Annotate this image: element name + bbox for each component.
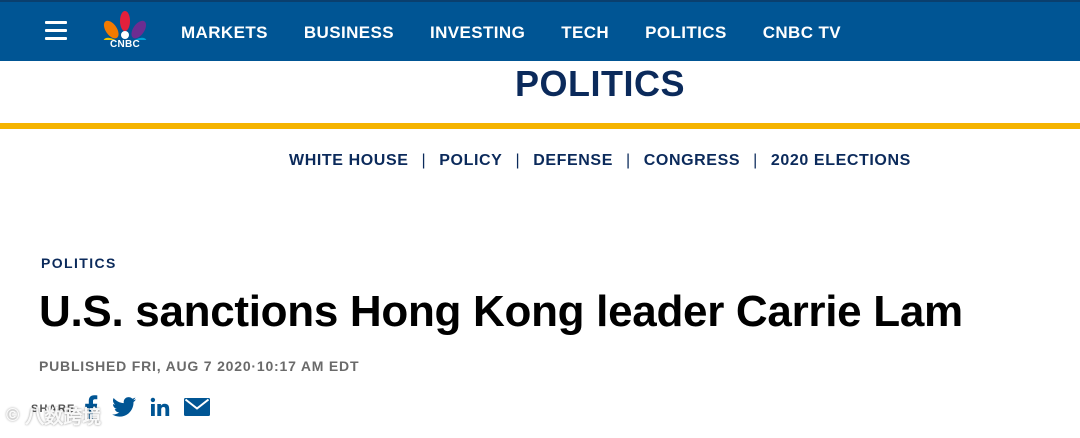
subnav-separator: | xyxy=(753,152,758,169)
section-divider xyxy=(0,123,1080,129)
subnav-separator: | xyxy=(625,152,631,169)
nav-business[interactable]: BUSINESS xyxy=(286,23,412,43)
nav-cnbc-tv[interactable]: CNBC TV xyxy=(745,23,859,43)
share-bar: SHARE xyxy=(31,394,224,424)
subnav-2020-elections[interactable]: 2020 ELECTIONS xyxy=(771,152,911,170)
subnav-separator: | xyxy=(421,152,427,169)
twitter-icon[interactable] xyxy=(111,396,136,422)
linkedin-icon[interactable] xyxy=(150,397,170,422)
subnav-congress[interactable]: CONGRESS xyxy=(644,152,740,170)
nav-investing[interactable]: INVESTING xyxy=(412,23,543,43)
top-navigation-bar: CNBC MARKETS BUSINESS INVESTING TECH POL… xyxy=(0,0,1080,61)
subnav-policy[interactable]: POLICY xyxy=(439,152,502,170)
article-kicker[interactable]: POLITICS xyxy=(41,255,117,271)
watermark-logo-icon: © xyxy=(6,405,20,425)
main-nav: MARKETS BUSINESS INVESTING TECH POLITICS… xyxy=(163,2,859,63)
section-title[interactable]: POLITICS xyxy=(0,63,1080,105)
nav-markets[interactable]: MARKETS xyxy=(163,23,286,43)
published-timestamp: PUBLISHED FRI, AUG 7 2020·10:17 AM EDT xyxy=(39,358,360,374)
facebook-icon[interactable] xyxy=(84,394,98,424)
logo-wordmark: CNBC xyxy=(109,39,141,50)
share-label: SHARE xyxy=(31,403,76,415)
section-subnav: WHITE HOUSE | POLICY | DEFENSE | CONGRES… xyxy=(289,152,911,170)
subnav-separator: | xyxy=(515,152,521,169)
subnav-defense[interactable]: DEFENSE xyxy=(533,152,613,170)
peacock-icon xyxy=(103,11,147,58)
article-headline: U.S. sanctions Hong Kong leader Carrie L… xyxy=(39,287,963,336)
nav-politics[interactable]: POLITICS xyxy=(627,23,745,43)
email-icon[interactable] xyxy=(183,397,210,421)
cnbc-logo[interactable]: CNBC xyxy=(99,10,151,58)
subnav-white-house[interactable]: WHITE HOUSE xyxy=(289,152,409,170)
nav-tech[interactable]: TECH xyxy=(543,23,627,43)
menu-icon[interactable] xyxy=(45,21,67,40)
